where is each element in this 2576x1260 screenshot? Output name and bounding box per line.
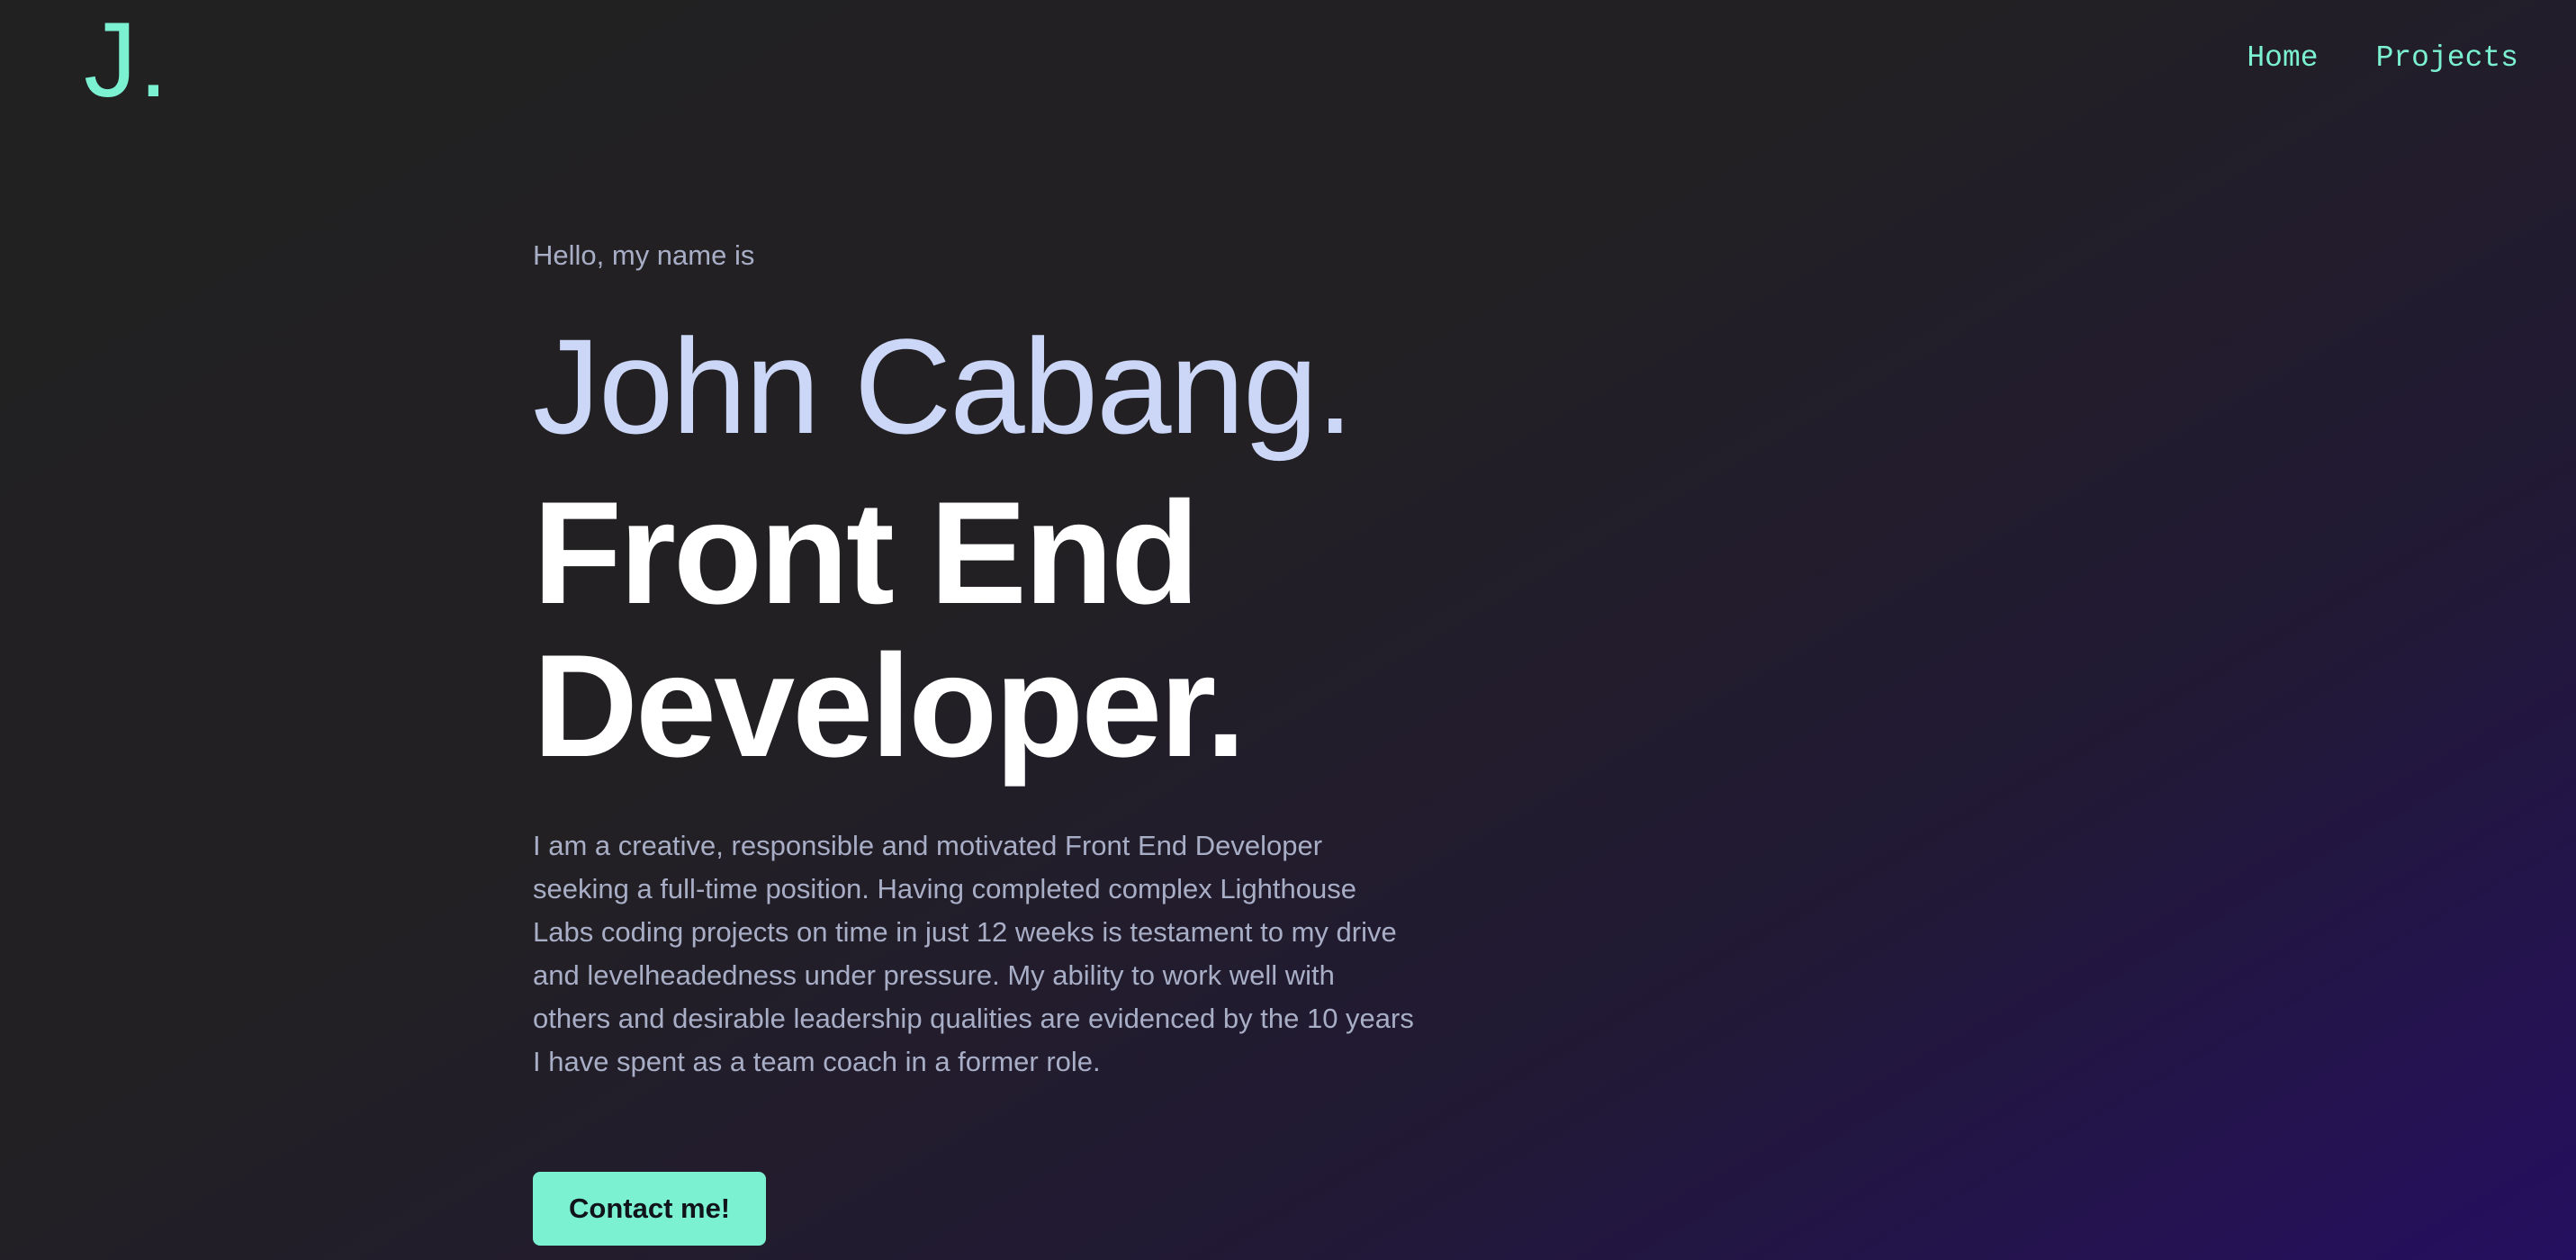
hero-bio: I am a creative, responsible and motivat…	[533, 830, 1414, 1078]
hero-role: Front End Developer.	[533, 472, 1246, 788]
hero-section: Hello, my name is John Cabang. Front End…	[533, 239, 1883, 1246]
hero-name: John Cabang.	[533, 310, 1354, 462]
nav-link-home[interactable]: Home	[2247, 41, 2318, 75]
contact-button[interactable]: Contact me!	[533, 1172, 767, 1246]
nav-link-projects[interactable]: Projects	[2376, 41, 2518, 75]
site-logo[interactable]: J.	[84, 7, 170, 113]
main-nav: Home Projects	[2247, 41, 2518, 75]
greeting-text: Hello, my name is	[533, 239, 755, 271]
